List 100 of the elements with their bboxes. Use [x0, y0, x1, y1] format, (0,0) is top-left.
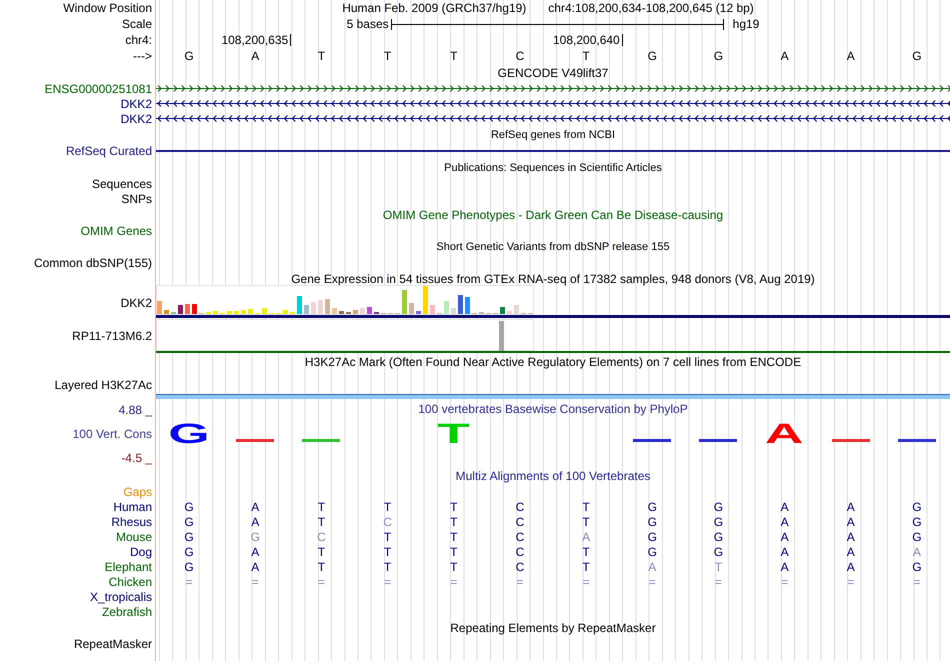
aligned-base: T [384, 544, 392, 558]
aligned-base: A [251, 500, 260, 514]
base-letter: T [318, 49, 326, 63]
aligned-base: G [648, 530, 657, 544]
tick-mark [290, 34, 292, 46]
aligned-base: T [384, 560, 392, 574]
track-label[interactable]: chr4: [125, 33, 152, 47]
track-label[interactable]: Layered H3K27Ac [54, 378, 152, 392]
track-title: Publications: Sequences in Scientific Articles [444, 160, 662, 174]
track-label[interactable]: Sequences [92, 176, 152, 190]
aligned-base: G [184, 530, 194, 544]
track-label[interactable]: ENSG00000251081 [44, 82, 152, 96]
aligned-base: T [582, 560, 590, 574]
track-label[interactable]: SNPs [121, 192, 152, 206]
aligned-base: C [516, 560, 524, 574]
aligned-base: C [383, 514, 392, 528]
track-label[interactable]: Zebrafish [102, 604, 152, 618]
base-letter: G [184, 49, 194, 63]
aligned-base: G [912, 500, 922, 514]
aligned-base: G [250, 530, 260, 544]
aligned-base: = [781, 574, 788, 588]
aligned-base: G [714, 514, 724, 528]
aligned-base: C [317, 530, 326, 544]
aligned-base: = [318, 574, 325, 588]
axis-min-label: -4.5 _ [121, 451, 152, 465]
aligned-base: T [450, 560, 458, 574]
axis-max-label: 4.88 _ [118, 403, 152, 417]
aligned-base: T [318, 560, 326, 574]
aligned-base: G [714, 500, 724, 514]
aligned-base: = [648, 574, 656, 588]
aligned-base: A [912, 544, 921, 558]
aligned-base: T [450, 514, 458, 528]
gene-strand-line[interactable] [156, 115, 950, 122]
aligned-base: = [913, 574, 920, 588]
logo-letter: G [168, 423, 210, 444]
track-label[interactable]: DKK2 [120, 296, 152, 310]
track-title: Repeating Elements by RepeatMasker [450, 620, 656, 634]
aligned-base: = [847, 574, 854, 588]
track-label[interactable]: Window Position [63, 1, 152, 15]
track-label[interactable]: X_tropicalis [90, 590, 152, 604]
aligned-base: T [318, 514, 326, 528]
track-label[interactable]: Rhesus [111, 514, 152, 528]
aligned-base: A [780, 514, 789, 528]
aligned-base: T [582, 514, 590, 528]
base-letter: T [582, 49, 590, 63]
aligned-base: G [184, 500, 194, 514]
aligned-base: A [582, 530, 590, 544]
track-label[interactable]: DKK2 [120, 96, 152, 110]
base-letter: C [516, 49, 524, 63]
track-label[interactable]: Chicken [108, 574, 152, 588]
track-label[interactable]: DKK2 [120, 112, 152, 126]
aligned-base: T [582, 544, 590, 558]
track-title: Gene Expression in 54 tissues from GTEx RNA-seq of 17382 samples, 948 donors (V8, Aug 2019) [291, 272, 815, 286]
aligned-base: A [648, 560, 656, 574]
aligned-base: G [648, 514, 657, 528]
base-letter: A [251, 49, 260, 63]
tick-mark [622, 34, 623, 46]
aligned-base: C [516, 544, 524, 558]
track-title: OMIM Gene Phenotypes - Dark Green Can Be Disease-causing [382, 208, 724, 222]
aligned-base: T [714, 560, 722, 574]
track-label[interactable]: Human [113, 500, 152, 514]
track-label[interactable]: Common dbSNP(155) [34, 256, 152, 270]
aligned-base: G [912, 530, 922, 544]
track-label[interactable]: Scale [122, 17, 152, 31]
genome-text: hg19 [732, 17, 760, 31]
aligned-base: G [912, 514, 922, 528]
aligned-base: A [780, 560, 789, 574]
track-label[interactable]: ---> [133, 49, 152, 63]
track-label[interactable]: Mouse [116, 530, 152, 544]
aligned-base: = [582, 574, 590, 588]
gene-strand-line[interactable] [156, 85, 950, 92]
aligned-base: A [846, 514, 855, 528]
aligned-base: = [450, 574, 458, 588]
aligned-base: = [186, 574, 193, 588]
track-label[interactable]: RefSeq Curated [66, 144, 152, 158]
aligned-base: T [450, 530, 458, 544]
track-label[interactable]: RP11-713M6.2 [72, 328, 152, 342]
track-label[interactable]: Elephant [104, 560, 152, 574]
base-letter: G [714, 49, 724, 63]
aligned-base: A [846, 530, 855, 544]
track-label[interactable]: OMIM Genes [80, 224, 152, 238]
aligned-base: T [384, 530, 392, 544]
track-label[interactable]: RepeatMasker [74, 636, 152, 650]
aligned-base: C [516, 514, 524, 528]
track-title: Short Genetic Variants from dbSNP release 155 [436, 240, 670, 254]
aligned-base: A [251, 544, 260, 558]
aligned-base: = [714, 574, 722, 588]
aligned-base: A [846, 500, 855, 514]
aligned-base: G [714, 544, 724, 558]
track-title: H3K27Ac Mark (Often Found Near Active Regulatory Elements) on 7 cell lines from ENCODE [304, 354, 802, 368]
track-label[interactable]: 100 Vert. Cons [72, 427, 152, 441]
base-letter: G [912, 49, 922, 63]
aligned-base: T [318, 544, 326, 558]
assembly-text: Human Feb. 2009 (GRCh37/hg19) [342, 1, 526, 15]
gene-strand-line[interactable] [156, 100, 950, 107]
track-label[interactable]: Dog [130, 544, 152, 558]
scale-text: 5 bases [346, 17, 389, 31]
expression-bars-drawing[interactable] [156, 285, 534, 315]
position-range: chr4:108,200,634-108,200,645 (12 bp) [548, 1, 754, 15]
track-title: Multiz Alignments of 100 Vertebrates [456, 468, 650, 482]
